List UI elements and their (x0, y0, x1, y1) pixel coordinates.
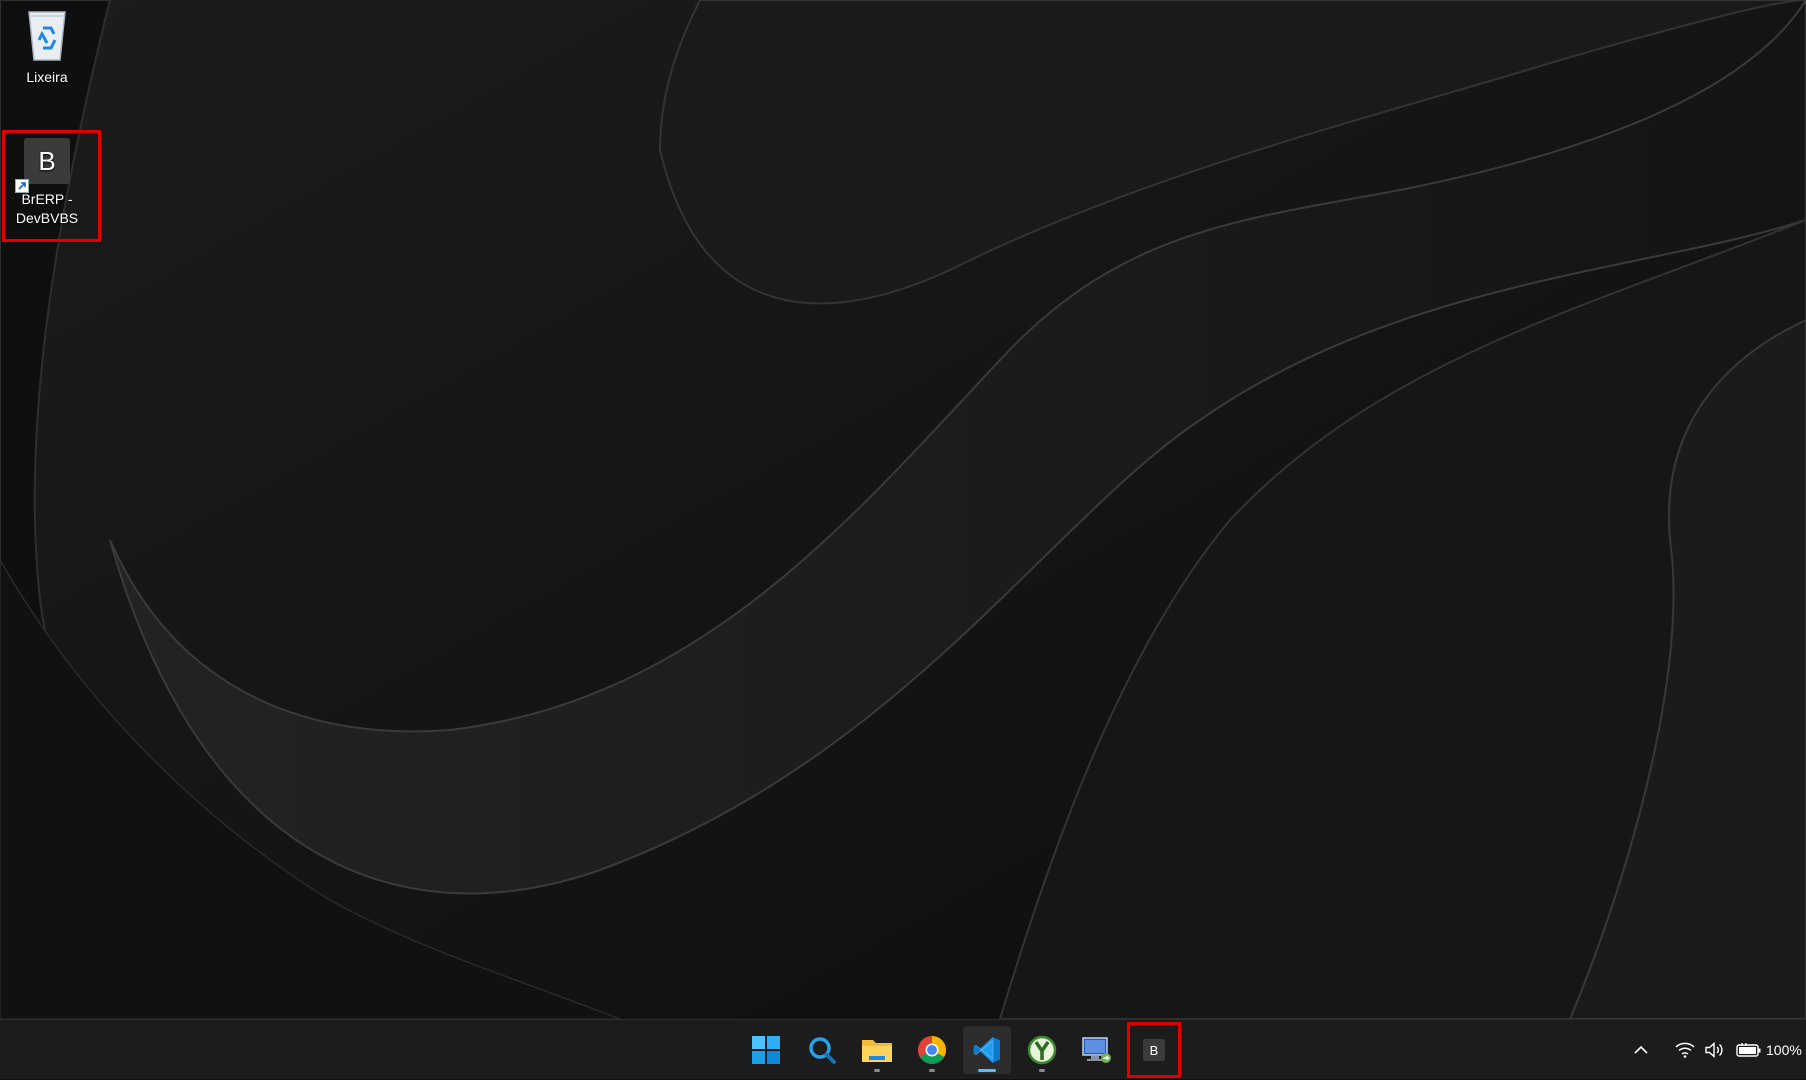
network-button[interactable] (1670, 1042, 1700, 1058)
active-indicator (978, 1069, 996, 1072)
battery-charging-icon (1736, 1043, 1761, 1057)
brerp-taskbar-icon: B (1143, 1039, 1165, 1061)
search-icon (809, 1037, 836, 1064)
volume-button[interactable] (1700, 1042, 1730, 1058)
wifi-icon (1675, 1042, 1695, 1058)
brerp-taskbar-letter: B (1149, 1042, 1159, 1058)
wallpaper (0, 0, 1806, 1019)
desktop: Lixeira B BrERP - DevBVBS (0, 0, 1806, 1019)
running-indicator (1039, 1069, 1045, 1072)
file-explorer-icon (862, 1040, 892, 1062)
running-indicator (874, 1069, 880, 1072)
cygwin-icon (1027, 1035, 1057, 1065)
running-indicator (929, 1069, 935, 1072)
battery-percent: 100% (1766, 1042, 1802, 1058)
desktop-icon-brerp-devbvbs[interactable]: B BrERP - DevBVBS (2, 131, 92, 241)
chrome-icon (918, 1036, 946, 1064)
taskbar-app-vscode[interactable] (963, 1026, 1011, 1074)
chevron-up-icon (1634, 1045, 1648, 1054)
shortcut-arrow-icon (15, 179, 29, 193)
taskbar-app-cygwin[interactable] (1018, 1026, 1066, 1074)
show-hidden-icons-button[interactable] (1624, 1045, 1658, 1055)
desktop-icon-recycle-bin[interactable]: Lixeira (2, 6, 92, 87)
volume-icon (1705, 1042, 1723, 1058)
system-tray: 100% (1624, 1020, 1802, 1080)
taskbar-app-chrome[interactable] (908, 1026, 956, 1074)
brerp-app-icon: B (15, 138, 70, 193)
taskbar: B 100% (0, 1019, 1806, 1079)
taskbar-search-button[interactable] (798, 1026, 846, 1074)
taskbar-app-brerp[interactable]: B (1130, 1026, 1178, 1074)
taskbar-app-remote-desktop[interactable] (1073, 1026, 1121, 1074)
recycle-bin-icon (28, 11, 66, 61)
vscode-icon (973, 1037, 1000, 1063)
brerp-icon-letter: B (38, 145, 56, 176)
desktop-icon-label: Lixeira (26, 69, 68, 85)
taskbar-start-button[interactable] (742, 1026, 790, 1074)
remote-desktop-icon (1082, 1037, 1111, 1063)
windows-start-icon (752, 1036, 780, 1064)
desktop-icon-label: BrERP - DevBVBS (15, 191, 79, 226)
taskbar-app-file-explorer[interactable] (853, 1026, 901, 1074)
battery-button[interactable]: 100% (1736, 1042, 1802, 1058)
